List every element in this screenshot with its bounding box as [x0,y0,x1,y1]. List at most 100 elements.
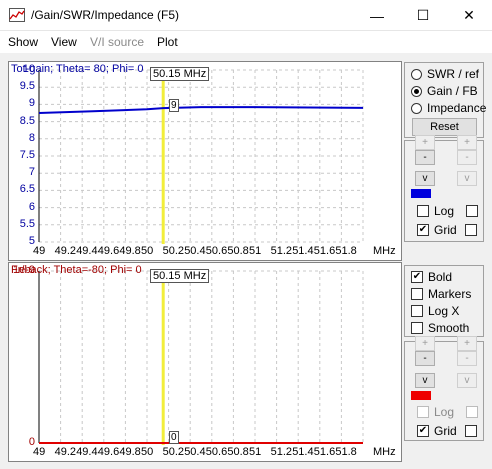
fb-minus-left-button[interactable]: - [415,351,435,366]
fb-grid-right-checkbox[interactable] [464,425,477,437]
fb-x-tick-label: 51.4 [292,446,314,458]
gain-minus-left-button[interactable]: - [415,150,435,165]
radio-gain-label: Gain / FB [427,84,478,98]
menu-show[interactable]: Show [8,35,38,49]
gain-log-right-checkbox[interactable] [466,205,479,217]
gain-grid-check[interactable]: ✔ Grid [417,222,482,238]
maximize-button[interactable]: ☐ [400,0,446,31]
fb-x-tick-label: 50 [141,446,154,458]
gain-minus-right-button[interactable]: - [457,150,477,165]
radio-gain[interactable]: Gain / FB [411,83,478,99]
radio-impedance-dot[interactable] [411,102,422,114]
fb-x-tick-label: 50.8 [227,446,249,458]
logx-checkbox[interactable] [411,305,423,317]
gain-x-tick-label: 51.4 [292,245,314,257]
gain-y-tick-label: 5 [28,235,35,247]
fb-down-left-button[interactable]: v [415,373,435,388]
gain-grid-label: Grid [434,223,457,237]
gain-y-tick-label: 6 [28,200,35,213]
fb-x-tick-label: 51.8 [335,446,357,458]
gain-down-right-button[interactable]: v [457,171,477,186]
bold-checkbox[interactable]: ✔ [411,271,423,283]
fb-cursor-value: 0 [169,431,179,444]
gain-plus-right-button[interactable]: + [457,135,477,150]
minimize-button[interactable]: — [354,0,400,31]
close-button[interactable]: ✕ [446,0,492,31]
gain-grid-checkbox[interactable]: ✔ [417,224,429,236]
fb-grid-checkbox[interactable]: ✔ [417,425,429,437]
gain-x-tick-label: 50 [141,245,154,257]
gain-y-tick-label: 8.5 [19,114,35,127]
mode-panel: SWR / ref Gain / FB Impedance Reset [404,62,486,138]
gain-log-label: Log [434,204,455,218]
smooth-checkbox[interactable] [411,322,423,334]
gain-x-tick-label: 49.4 [76,245,98,257]
gain-plus-left-button[interactable]: + [415,135,435,150]
fb-log-right-checkbox[interactable] [466,406,479,418]
fb-plus-right-button[interactable]: + [457,336,477,351]
fb-x-tick-label: 50.4 [184,446,206,458]
gain-series-line [38,106,364,114]
menu-bar: Show View V/I source Plot [0,31,492,53]
gain-x-tick-label: 51.2 [270,245,293,257]
fb-grid-label: Grid [434,424,457,438]
smooth-check[interactable]: Smooth [411,320,469,336]
menu-plot[interactable]: Plot [157,35,178,49]
markers-check[interactable]: Markers [411,286,471,302]
gain-down-left-button[interactable]: v [415,171,435,186]
line-options-panel: ✔ Bold Markers Log X Smooth [404,265,484,337]
fb-x-tick-label: 51.2 [270,446,293,458]
fb-color-swatch[interactable] [411,391,431,400]
gain-color-swatch[interactable] [411,189,431,198]
gain-x-tick-label: 51.6 [313,245,336,257]
gain-y-tick-label: 5.5 [19,217,35,230]
logx-check[interactable]: Log X [411,303,459,319]
gain-log-check[interactable]: Log [417,203,483,219]
radio-impedance[interactable]: Impedance [411,100,486,116]
fb-x-tick-label: 49.8 [119,446,141,458]
fb-log-checkbox[interactable] [417,406,429,418]
fb-x-tick-label: 51 [249,446,262,458]
smooth-label: Smooth [428,321,470,335]
fb-x-unit: MHz [373,446,396,458]
fb-grid-check[interactable]: ✔ Grid [417,423,482,439]
maximize-icon: ☐ [416,7,430,23]
fb-x-tick-label: 51.6 [313,446,336,458]
markers-checkbox[interactable] [411,288,423,300]
gain-x-unit: MHz [373,245,396,257]
gain-y-tick-label: 10 [22,63,35,75]
gain-log-checkbox[interactable] [417,205,429,217]
fb-down-right-button[interactable]: v [457,373,477,388]
radio-swr-label: SWR / ref [427,67,480,81]
gain-y-tick-label: 6.5 [19,183,35,196]
gain-x-tick-label: 49.6 [97,245,120,257]
gain-x-tick-label: 51 [249,245,262,257]
fb-log-check[interactable]: Log [417,404,483,420]
menu-vi-source[interactable]: V/I source [90,35,144,49]
menu-view[interactable]: View [51,35,77,49]
title-bar: /Gain/SWR/Impedance (F5) — ☐ ✕ [0,0,492,31]
radio-swr[interactable]: SWR / ref [411,66,479,82]
fb-minus-right-button[interactable]: - [457,351,477,366]
radio-gain-dot[interactable] [411,85,422,97]
radio-swr-dot[interactable] [411,68,422,80]
radio-impedance-label: Impedance [427,101,487,115]
gain-x-tick-label: 50.8 [227,245,249,257]
fb-cursor-label: 50.15 MHz [150,269,210,283]
fb-log-label: Log [434,405,455,419]
fb-y-tick-label: 0 [28,436,35,448]
gain-y-tick-label: 8 [28,131,35,144]
fb-x-tick-label: 49 [33,446,46,458]
gain-y-tick-label: 9.5 [19,80,35,93]
fb-chart[interactable]: Fr/back; Theta=-80; Phi= 0 1e-9 0 49 49.2 4… [8,262,402,462]
gain-chart[interactable]: Tot-gain; Theta= 80; Phi= 0 10 9.5 9 8.5 8 7.… [8,61,402,261]
bold-check[interactable]: ✔ Bold [411,269,452,285]
fb-plus-left-button[interactable]: + [415,336,435,351]
fb-y-tick-label: 1e-9 [12,264,35,276]
minimize-icon: — [370,7,384,24]
gain-x-tick-label: 51.8 [335,245,357,257]
reset-button[interactable]: Reset [412,118,477,136]
gain-x-tick-label: 50.6 [205,245,228,257]
gain-grid-right-checkbox[interactable] [464,224,477,236]
gain-x-tick-label: 49.8 [119,245,141,257]
